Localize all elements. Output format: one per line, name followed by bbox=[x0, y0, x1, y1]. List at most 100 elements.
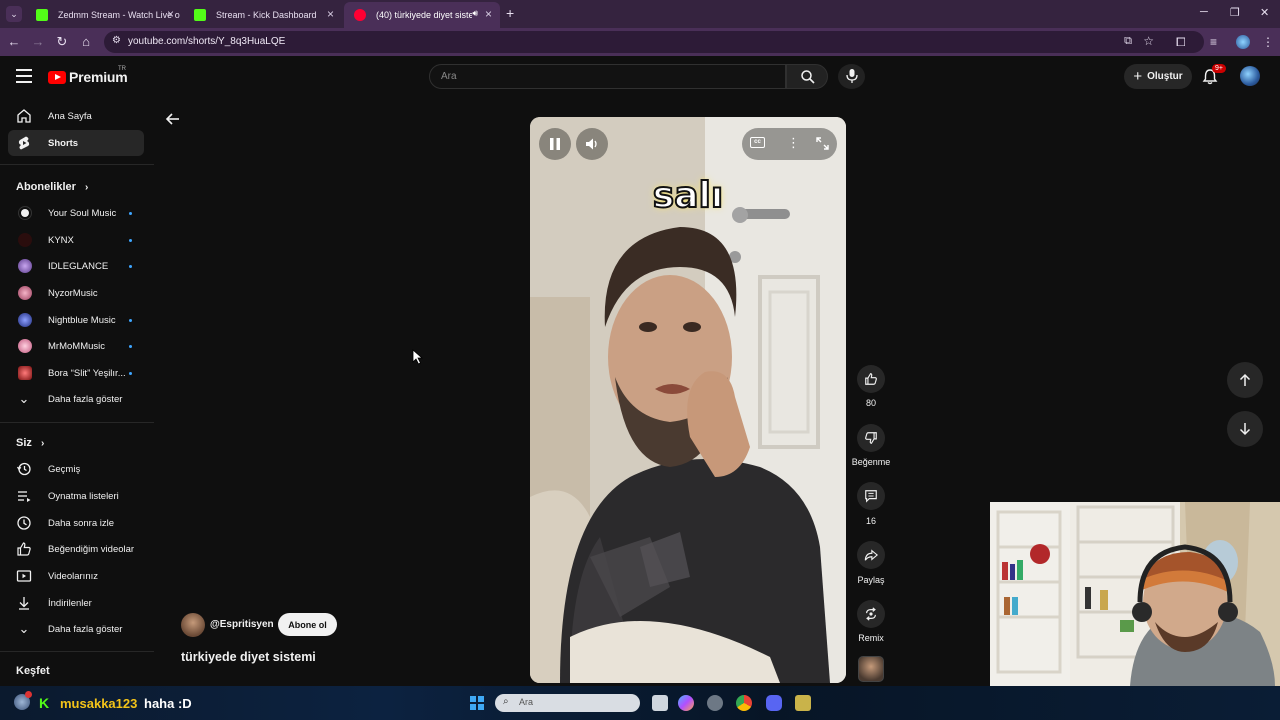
channel-name[interactable]: @Espritisyen bbox=[210, 619, 274, 630]
extensions-icon[interactable]: ⧠ bbox=[1176, 35, 1186, 50]
sidebar-item-subscription[interactable]: MrMoMMusic bbox=[8, 333, 144, 359]
your-videos-icon bbox=[16, 570, 32, 582]
sidebar-item-subscription[interactable]: NyzorMusic bbox=[8, 280, 144, 306]
video-caption-text: salı bbox=[652, 174, 724, 217]
captions-icon[interactable]: cc bbox=[750, 137, 765, 148]
sidebar-item-home[interactable]: Ana Sayfa bbox=[8, 103, 144, 129]
restore-icon[interactable]: ❐ bbox=[1230, 6, 1240, 19]
copilot-icon[interactable] bbox=[678, 695, 694, 711]
volume-button[interactable] bbox=[576, 128, 608, 160]
sidebar-show-more[interactable]: ⌄ Daha fazla göster bbox=[8, 386, 144, 412]
pause-button[interactable] bbox=[539, 128, 571, 160]
fullscreen-icon[interactable] bbox=[816, 137, 829, 150]
dislike-button[interactable] bbox=[857, 424, 885, 452]
home-icon[interactable]: ⌂ bbox=[78, 34, 94, 49]
share-button[interactable] bbox=[857, 541, 885, 569]
browser-tab[interactable]: Stream - Kick Dashboard × bbox=[184, 2, 342, 28]
playlists-icon bbox=[18, 491, 31, 502]
account-avatar[interactable] bbox=[1240, 66, 1260, 86]
like-button[interactable] bbox=[857, 365, 885, 393]
sidebar-item-subscription[interactable]: Bora “Slit” Yeşilır... bbox=[8, 360, 144, 386]
new-tab-button[interactable]: + bbox=[506, 5, 514, 21]
sidebar-item-subscription[interactable]: Your Soul Music bbox=[8, 200, 144, 226]
shorts-video-player[interactable]: cc ⋮ salı bbox=[530, 117, 846, 683]
channel-avatar[interactable] bbox=[181, 613, 205, 637]
close-tab-icon[interactable]: × bbox=[167, 7, 174, 21]
search-input[interactable]: Ara bbox=[429, 64, 786, 89]
webcam-frame bbox=[990, 502, 1280, 686]
search-placeholder: Ara bbox=[441, 71, 457, 82]
video-title[interactable]: türkiyede diyet sistemi bbox=[181, 650, 316, 664]
audio-playing-icon[interactable]: 🔊︎ bbox=[472, 8, 478, 19]
plus-icon: + bbox=[1133, 68, 1143, 85]
start-menu-icon[interactable] bbox=[470, 696, 484, 710]
like-count: 80 bbox=[865, 398, 876, 408]
comment-count: 16 bbox=[865, 516, 876, 526]
browser-tab-active[interactable]: (40) türkiyede diyet sistemi 🔊︎ × bbox=[344, 2, 500, 28]
back-arrow-icon[interactable] bbox=[164, 110, 182, 128]
app-icon[interactable] bbox=[795, 695, 811, 711]
close-tab-icon[interactable]: × bbox=[485, 7, 492, 21]
previous-short-button[interactable] bbox=[1227, 362, 1263, 398]
channel-avatar bbox=[18, 313, 32, 327]
omnibox[interactable]: ⚙ youtube.com/shorts/Y_8q3HuaLQE ⧉ ☆ bbox=[104, 31, 1204, 53]
voice-search-button[interactable] bbox=[838, 64, 865, 89]
sidebar-item-label: Bora “Slit” Yeşilır... bbox=[48, 368, 126, 379]
more-options-icon[interactable]: ⋮ bbox=[787, 135, 800, 151]
back-icon[interactable]: ← bbox=[6, 34, 22, 49]
youtube-header: Premium TR Ara + Oluştur 9+ bbox=[0, 56, 1280, 100]
sidebar-show-more[interactable]: ⌄ Daha fazla göster bbox=[8, 616, 144, 642]
url-text[interactable]: youtube.com/shorts/Y_8q3HuaLQE bbox=[128, 36, 285, 47]
reload-icon[interactable]: ↻ bbox=[54, 34, 70, 50]
new-content-dot bbox=[129, 265, 132, 268]
sidebar-item-subscription[interactable]: Nightblue Music bbox=[8, 307, 144, 333]
sidebar-item-history[interactable]: Geçmiş bbox=[8, 456, 144, 482]
sidebar-item-subscription[interactable]: IDLEGLANCE bbox=[8, 253, 144, 279]
subscriptions-heading[interactable]: Abonelikler › bbox=[16, 181, 88, 193]
window-close-icon[interactable]: ✕ bbox=[1260, 6, 1269, 19]
sound-thumbnail[interactable] bbox=[858, 656, 884, 682]
comments-button[interactable] bbox=[857, 482, 885, 510]
forward-icon[interactable]: → bbox=[30, 34, 46, 49]
sidebar-item-your-videos[interactable]: Videolarınız bbox=[8, 563, 144, 589]
sidebar-item-liked-videos[interactable]: Beğendiğim videolar bbox=[8, 536, 144, 562]
browser-tab-strip: ⌄ Zedmm Stream - Watch Live o × Stream -… bbox=[0, 0, 1280, 28]
sidebar-item-playlists[interactable]: Oynatma listeleri bbox=[8, 483, 144, 509]
minimize-icon[interactable]: ─ bbox=[1200, 6, 1208, 18]
sidebar-item-shorts[interactable]: Shorts bbox=[8, 130, 144, 156]
bookmark-star-icon[interactable]: ☆ bbox=[1143, 34, 1154, 48]
you-heading[interactable]: Siz › bbox=[16, 437, 44, 449]
subscribe-button[interactable]: Abone ol bbox=[278, 613, 337, 636]
sidebar-item-watch-later[interactable]: Daha sonra izle bbox=[8, 510, 144, 536]
new-content-dot bbox=[129, 212, 132, 215]
close-tab-icon[interactable]: × bbox=[327, 7, 334, 21]
sidebar-item-label: Nightblue Music bbox=[48, 315, 116, 326]
search-button[interactable] bbox=[786, 64, 828, 89]
tab-search-button[interactable]: ⌄ bbox=[6, 6, 22, 22]
sidebar-item-label: MrMoMMusic bbox=[48, 341, 105, 352]
site-info-icon[interactable]: ⚙ bbox=[112, 35, 121, 46]
remix-button[interactable] bbox=[857, 600, 885, 628]
install-app-icon[interactable]: ⧉ bbox=[1124, 35, 1132, 48]
menu-icon[interactable] bbox=[16, 69, 32, 83]
create-button[interactable]: + Oluştur bbox=[1124, 64, 1192, 89]
sidebar-item-label: KYNX bbox=[48, 235, 74, 246]
notification-badge: 9+ bbox=[1212, 64, 1226, 73]
task-view-icon[interactable] bbox=[652, 695, 668, 711]
comment-icon bbox=[865, 490, 877, 503]
browser-tab[interactable]: Zedmm Stream - Watch Live o × bbox=[26, 2, 182, 28]
discord-icon[interactable] bbox=[766, 695, 782, 711]
sidebar-item-downloads[interactable]: İndirilenler bbox=[8, 590, 144, 616]
next-short-button[interactable] bbox=[1227, 411, 1263, 447]
profile-icon[interactable] bbox=[1236, 35, 1250, 49]
youtube-logo[interactable]: Premium TR bbox=[48, 66, 128, 85]
taskbar-search[interactable]: ⌕ Ara bbox=[495, 694, 640, 712]
sidebar-item-subscription[interactable]: KYNX bbox=[8, 227, 144, 253]
chrome-icon[interactable] bbox=[736, 695, 752, 711]
you-title: Siz bbox=[16, 437, 32, 449]
settings-app-icon[interactable] bbox=[707, 695, 723, 711]
media-controls-icon[interactable]: ≡ bbox=[1210, 35, 1217, 49]
chat-username: musakka123 bbox=[60, 696, 138, 711]
new-content-dot bbox=[129, 372, 132, 375]
browser-menu-icon[interactable]: ⋮ bbox=[1262, 35, 1274, 49]
